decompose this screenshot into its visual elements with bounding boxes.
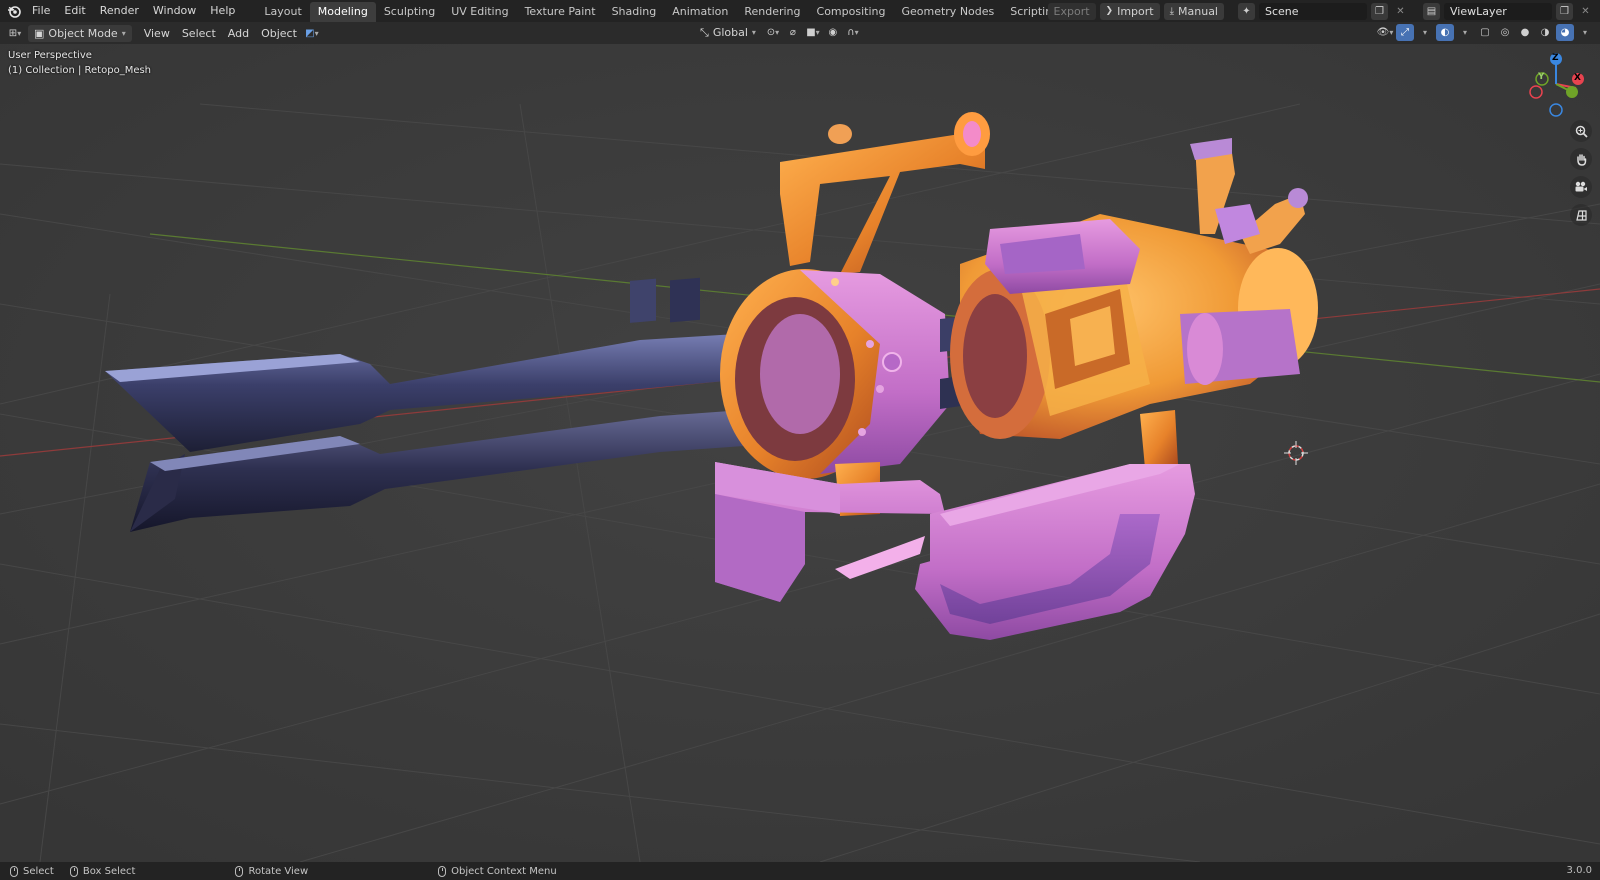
- object-mode-dropdown[interactable]: ▣ Object Mode ▾: [28, 24, 132, 42]
- gizmo-x-label: X: [1574, 73, 1581, 83]
- gizmo-z-label: Z: [1552, 53, 1559, 63]
- new-scene-icon[interactable]: ❐: [1371, 2, 1388, 20]
- pivot-icon[interactable]: ⊙ ▾: [764, 24, 782, 41]
- gizmo-icon[interactable]: ⤢: [1396, 24, 1414, 41]
- close-scene-icon[interactable]: ✕: [1392, 3, 1409, 20]
- tab-animation[interactable]: Animation: [664, 2, 736, 22]
- blender-logo-icon[interactable]: [3, 0, 25, 22]
- viewport-header: ⊞ ▾ ▣ Object Mode ▾ View Select Add Objec…: [0, 22, 1600, 44]
- view-layer-icon[interactable]: ▤: [1423, 2, 1440, 20]
- overlay-icon[interactable]: ◐: [1436, 24, 1454, 41]
- grid-ortho-icon[interactable]: [1570, 204, 1592, 226]
- chevron-down-icon: ▾: [121, 28, 126, 38]
- gizmo-y-label: Y: [1538, 72, 1545, 82]
- close-view-layer-icon[interactable]: ✕: [1577, 3, 1594, 20]
- status-bar: Select Box Select Rotate View Object Con…: [0, 862, 1600, 880]
- transform-orientation-dropdown[interactable]: ⤡ Global ▾: [694, 24, 762, 41]
- gizmo-dropdown-icon[interactable]: ▾: [1416, 24, 1434, 41]
- tab-layout[interactable]: Layout: [256, 2, 309, 22]
- manual-button[interactable]: ⤓ Manual: [1163, 2, 1224, 20]
- collection-label: (1) Collection | Retopo_Mesh: [8, 65, 152, 76]
- mouse-drag-icon: [69, 865, 78, 877]
- shading-material-icon[interactable]: ◑: [1536, 24, 1554, 41]
- viewport-nav-tools: [1570, 120, 1592, 226]
- top-bar: File Edit Render Window Help Layout Mode…: [0, 0, 1600, 22]
- mouse-middle-icon: [235, 865, 244, 877]
- menu-edit[interactable]: Edit: [57, 0, 92, 22]
- orientation-icon: ⤡: [700, 26, 709, 39]
- status-box-select: Box Select: [69, 865, 135, 877]
- new-view-layer-icon[interactable]: ❐: [1556, 2, 1573, 20]
- snap-target-icon[interactable]: ■ ▾: [804, 24, 822, 41]
- download-icon: ⤓: [1169, 5, 1175, 17]
- camera-icon[interactable]: [1570, 176, 1592, 198]
- export-button[interactable]: Export: [1047, 2, 1096, 20]
- zoom-icon[interactable]: [1570, 120, 1592, 142]
- menu-render[interactable]: Render: [93, 0, 146, 22]
- tab-texture-paint[interactable]: Texture Paint: [517, 2, 604, 22]
- shading-wire-icon[interactable]: ◎: [1496, 24, 1514, 41]
- shading-dropdown-icon[interactable]: ▾: [1576, 24, 1594, 41]
- viewport-scene: [0, 44, 1600, 862]
- menu-view[interactable]: View: [138, 25, 176, 42]
- shading-rendered-icon[interactable]: ◕: [1556, 24, 1574, 41]
- scene-name-field[interactable]: Scene: [1259, 2, 1367, 20]
- shading-solid-icon[interactable]: ●: [1516, 24, 1534, 41]
- falloff-icon[interactable]: ∩ ▾: [844, 24, 862, 41]
- tab-compositing[interactable]: Compositing: [809, 2, 894, 22]
- status-context-menu: Object Context Menu: [438, 865, 557, 877]
- tab-modeling[interactable]: Modeling: [309, 1, 376, 22]
- tab-rendering[interactable]: Rendering: [736, 2, 808, 22]
- xray-icon[interactable]: ▢: [1476, 24, 1494, 41]
- overlay-dropdown-icon[interactable]: ▾: [1456, 24, 1474, 41]
- select-mode-icon[interactable]: ◩ ▾: [303, 25, 321, 42]
- tab-geometry-nodes[interactable]: Geometry Nodes: [893, 2, 1002, 22]
- menu-window[interactable]: Window: [146, 0, 203, 22]
- perspective-label: User Perspective: [8, 50, 92, 61]
- visibility-icon[interactable]: 👁 ▾: [1376, 24, 1394, 41]
- top-right-controls: Export ❯ Import ⤓ Manual ✦ Scene ❐ ✕ ▤ Vie…: [1047, 0, 1600, 22]
- tab-sculpting[interactable]: Sculpting: [376, 2, 443, 22]
- menu-help[interactable]: Help: [203, 0, 242, 22]
- chevron-down-icon: ▾: [751, 28, 756, 37]
- mouse-left-icon: [10, 865, 18, 877]
- mouse-right-icon: [438, 865, 447, 877]
- object-mode-icon: ▣: [34, 26, 45, 40]
- tab-shading[interactable]: Shading: [604, 2, 665, 22]
- scene-icon[interactable]: ✦: [1238, 2, 1255, 20]
- import-button[interactable]: ❯ Import: [1099, 2, 1160, 20]
- menu-select[interactable]: Select: [176, 25, 222, 42]
- editor-type-icon[interactable]: ⊞ ▾: [6, 25, 24, 42]
- view-layer-field[interactable]: ViewLayer: [1444, 2, 1552, 20]
- 3d-viewport[interactable]: Z X Y User Perspective (1) Collection | …: [0, 44, 1600, 862]
- chevron-right-icon: ❯: [1105, 5, 1114, 16]
- tab-uv-editing[interactable]: UV Editing: [443, 2, 516, 22]
- proportional-icon[interactable]: ◉: [824, 24, 842, 41]
- menu-add[interactable]: Add: [222, 25, 255, 42]
- snap-icon[interactable]: ⌀: [784, 24, 802, 41]
- pan-hand-icon[interactable]: [1570, 148, 1592, 170]
- version-label: 3.0.0: [1566, 865, 1592, 876]
- menu-file[interactable]: File: [25, 0, 57, 22]
- status-rotate-view: Rotate View: [235, 865, 308, 877]
- menu-object[interactable]: Object: [255, 25, 303, 42]
- status-select: Select: [10, 865, 54, 877]
